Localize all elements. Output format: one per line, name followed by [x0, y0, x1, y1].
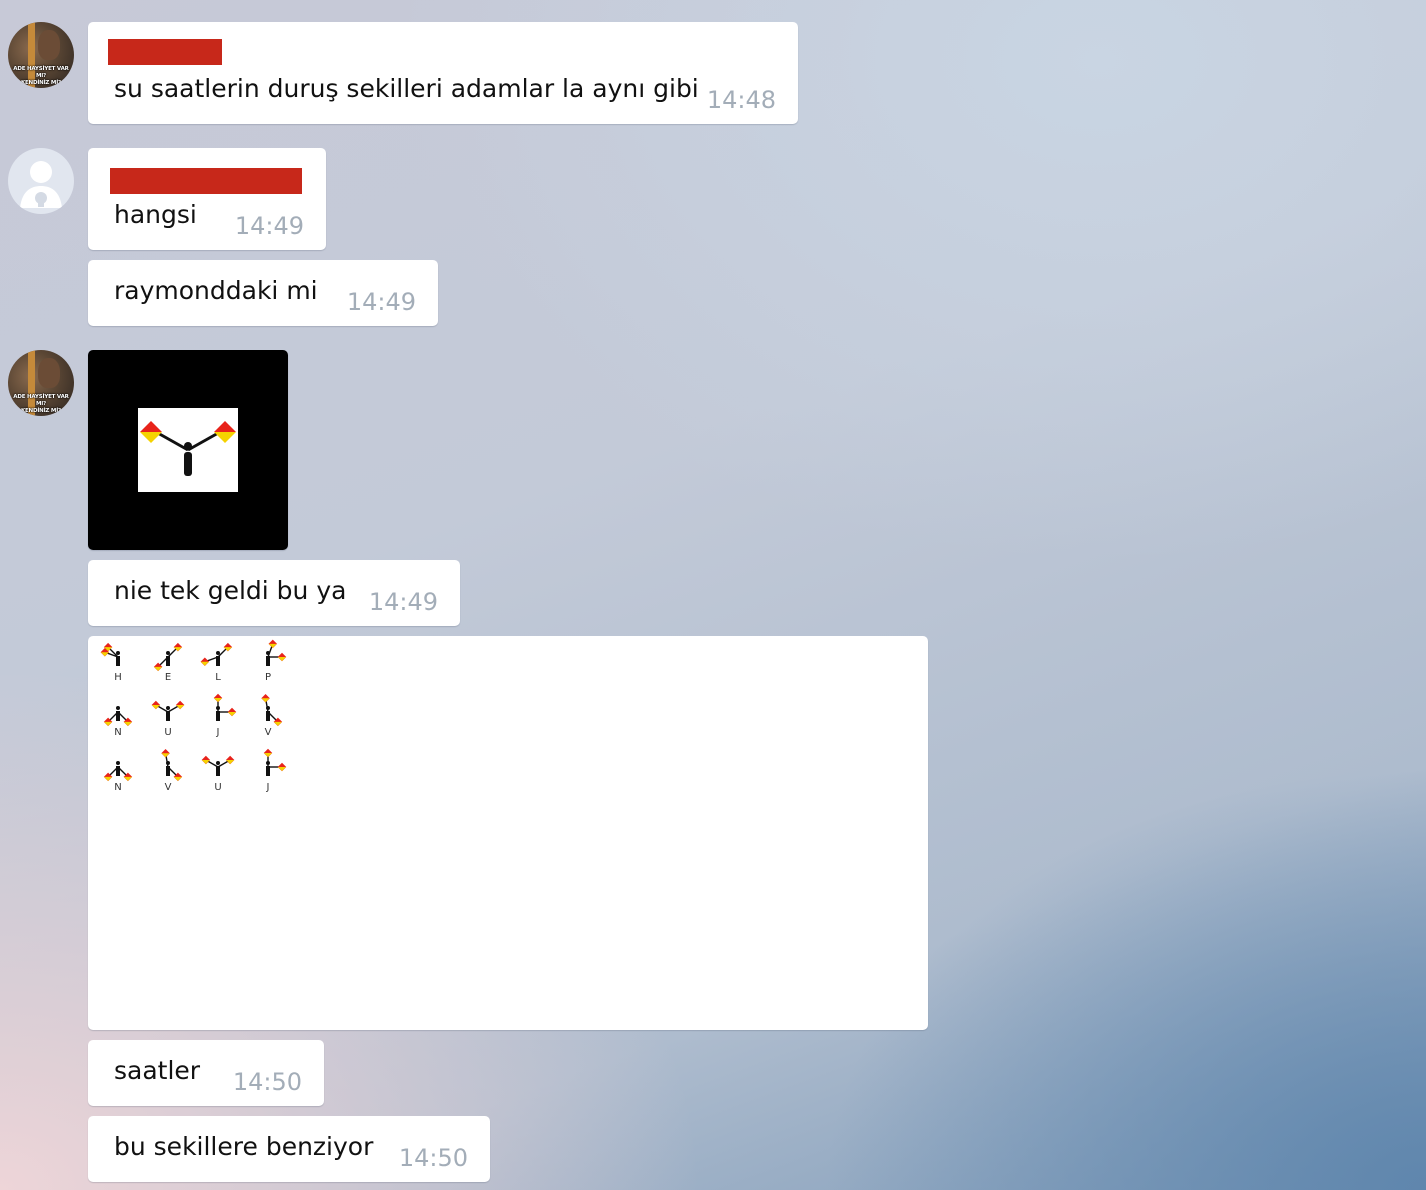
message-bubble[interactable]: raymonddaki mi 14:49 [88, 260, 438, 326]
message-bubble[interactable]: nie tek geldi bu ya 14:49 [88, 560, 460, 626]
semaphore-figure-e: E [153, 642, 183, 683]
avatar-caption-line1: ADE HAYSİYET VAR MI? [13, 394, 69, 407]
semaphore-letter: U [164, 727, 171, 738]
semaphore-letter: L [215, 672, 221, 683]
message-bubble[interactable]: saatler 14:50 [88, 1040, 324, 1106]
semaphore-figure-j: J [263, 748, 287, 793]
message-time: 14:49 [346, 288, 416, 316]
message-time: 14:48 [706, 86, 776, 114]
image-sticker[interactable] [88, 350, 288, 550]
semaphore-figure-n: N [103, 706, 133, 738]
default-user-icon [20, 161, 62, 208]
semaphore-letter: U [214, 782, 221, 793]
message-time: 14:49 [234, 212, 304, 240]
message-text: bu sekillere benziyor [114, 1132, 374, 1161]
image-attachment[interactable]: H E L P N U J V N V U J [88, 636, 928, 1030]
semaphore-letter: H [114, 672, 122, 683]
sender-avatar-default[interactable] [8, 148, 74, 214]
semaphore-letter: N [114, 782, 121, 793]
message-time: 14:49 [368, 588, 438, 616]
semaphore-figure-l: L [200, 642, 233, 683]
avatar-caption-line2: KENDİNİZ Mİ? [20, 80, 62, 86]
semaphore-letter: N [114, 727, 121, 738]
message-text: raymonddaki mi [114, 276, 318, 305]
semaphore-letter: V [265, 727, 272, 738]
semaphore-letter: P [265, 672, 271, 683]
redacted-sender-name [108, 39, 222, 65]
semaphore-chart-svg: H E L P N U J V N V U J [100, 639, 287, 793]
avatar-caption-line1: ADE HAYSİYET VAR MI? [13, 66, 69, 79]
avatar-caption: ADE HAYSİYET VAR MI? KENDİNİZ Mİ? [8, 66, 74, 87]
semaphore-alphabet-grid: H E L P N U J V N V U J [88, 636, 308, 806]
avatar-caption: ADE HAYSİYET VAR MI? KENDİNİZ Mİ? [8, 394, 74, 415]
avatar-photo-face [38, 358, 60, 388]
message-text: hangsi [114, 200, 197, 229]
semaphore-figure-v: V [261, 693, 283, 738]
semaphore-letter: V [165, 782, 172, 793]
semaphore-figure-u: U [151, 700, 185, 738]
semaphore-letter: E [165, 672, 171, 683]
message-text: saatler [114, 1056, 201, 1085]
sender-avatar-photo[interactable]: ADE HAYSİYET VAR MI? KENDİNİZ Mİ? [8, 22, 74, 88]
message-time: 14:50 [232, 1068, 302, 1096]
semaphore-figure-image [138, 408, 238, 492]
semaphore-figure-n: N [103, 761, 133, 793]
semaphore-letter: J [266, 782, 270, 793]
message-text: nie tek geldi bu ya [114, 576, 347, 605]
semaphore-figure-j: J [213, 693, 237, 738]
redacted-sender-name [110, 168, 302, 194]
message-bubble[interactable]: bu sekillere benziyor 14:50 [88, 1116, 490, 1182]
semaphore-figure-u: U [201, 755, 235, 793]
message-bubble[interactable]: su saatlerin duruş sekilleri adamlar la … [88, 22, 798, 124]
message-time: 14:50 [398, 1144, 468, 1172]
semaphore-letter: J [216, 727, 220, 738]
avatar-photo-face [38, 30, 60, 60]
semaphore-figure-h: H [100, 642, 122, 683]
message-text: su saatlerin duruş sekilleri adamlar la … [114, 74, 699, 103]
avatar-caption-line2: KENDİNİZ Mİ? [20, 408, 62, 414]
sender-avatar-photo[interactable]: ADE HAYSİYET VAR MI? KENDİNİZ Mİ? [8, 350, 74, 416]
message-bubble[interactable]: hangsi 14:49 [88, 148, 326, 250]
semaphore-figure-p: P [265, 639, 287, 683]
semaphore-figure-v: V [161, 748, 183, 793]
